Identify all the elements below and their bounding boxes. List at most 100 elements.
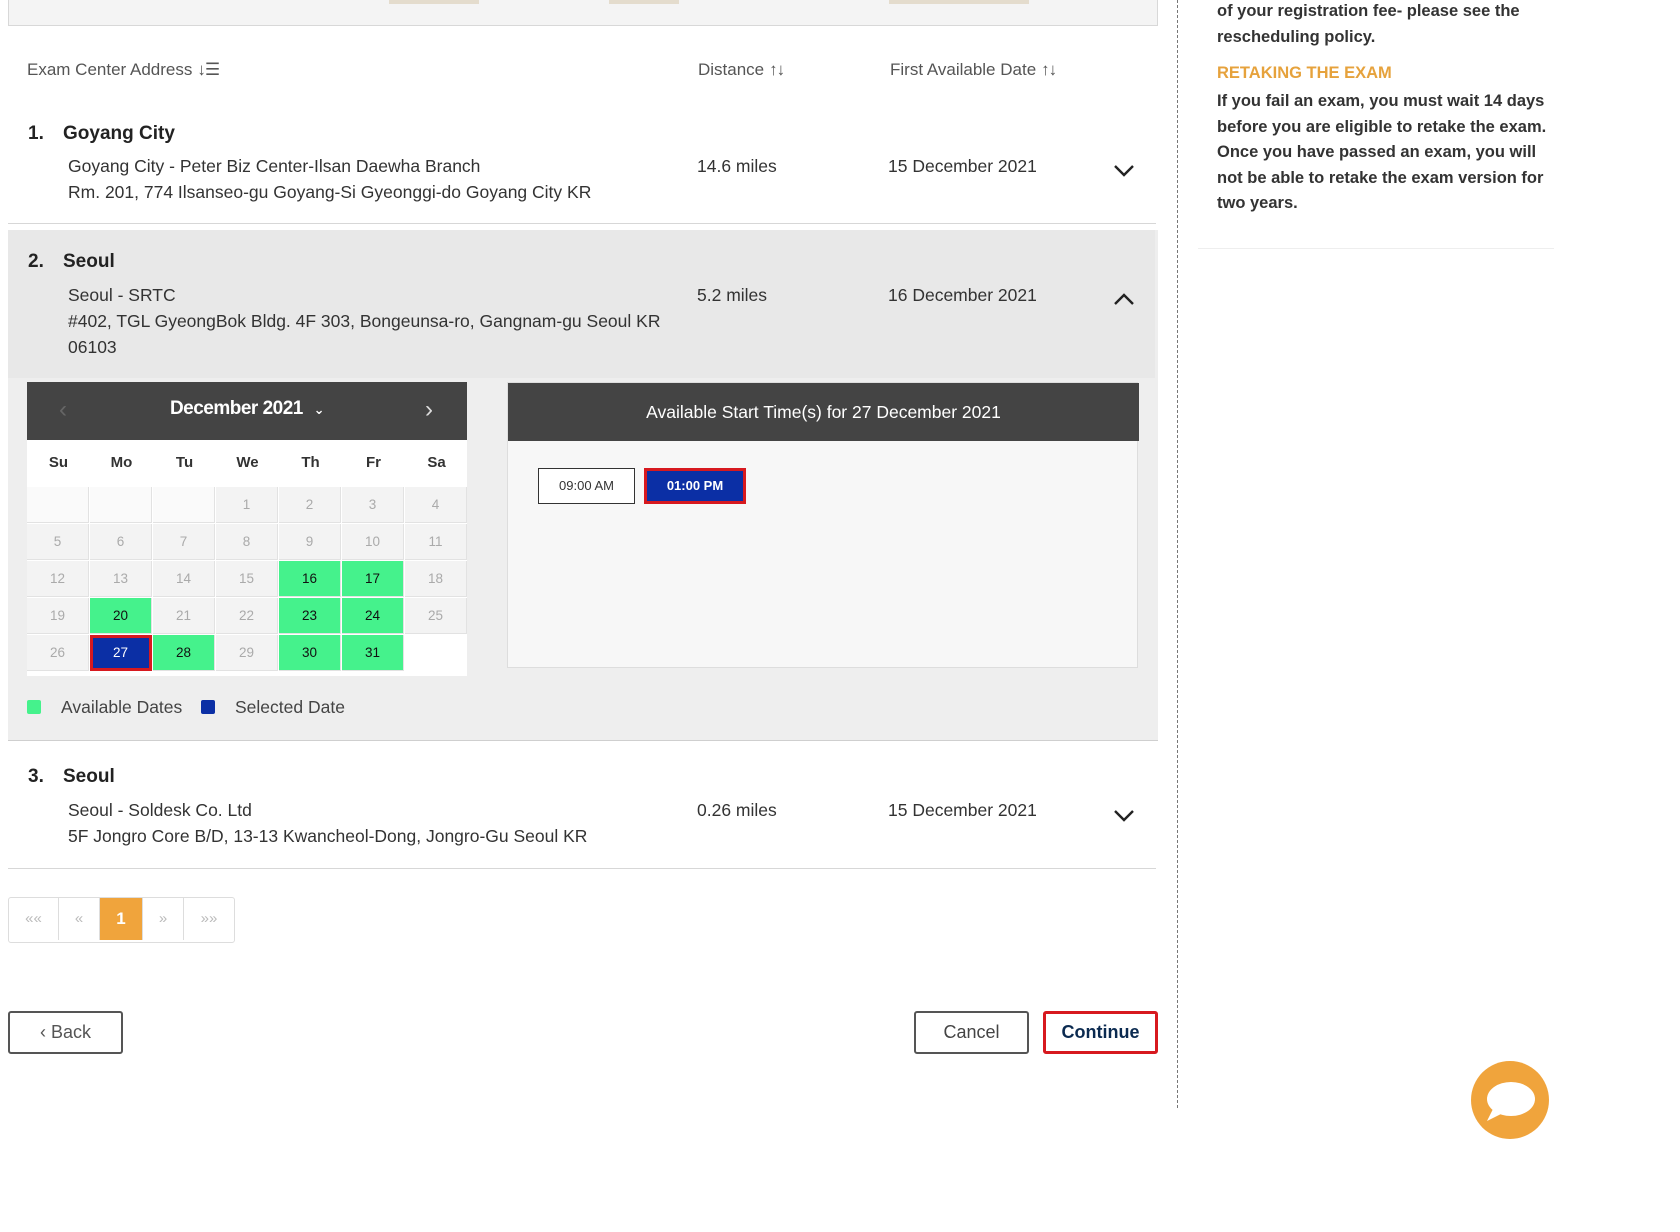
selected-swatch bbox=[201, 700, 215, 714]
row-divider bbox=[8, 868, 1156, 869]
center-name: Seoul - Soldesk Co. Ltd bbox=[68, 800, 252, 820]
unavailable-day-cell: 22 bbox=[216, 598, 278, 634]
weekday-label: We bbox=[236, 454, 259, 471]
unavailable-day-cell: 15 bbox=[216, 561, 278, 597]
row-address: Goyang City - Peter Biz Center-Ilsan Dae… bbox=[68, 153, 591, 205]
unavailable-day-cell: 21 bbox=[153, 598, 215, 634]
row-first-date: 15 December 2021 bbox=[888, 156, 1037, 176]
weekday-label: Tu bbox=[175, 454, 194, 471]
header-distance[interactable]: Distance ↑↓ bbox=[698, 60, 785, 80]
address-line: 5F Jongro Core B/D, 13-13 Kwancheol-Dong… bbox=[68, 826, 588, 846]
available-day-cell[interactable]: 31 bbox=[342, 635, 404, 671]
available-day-cell[interactable]: 17 bbox=[342, 561, 404, 597]
map-strip bbox=[8, 0, 1158, 26]
available-day-cell[interactable]: 23 bbox=[279, 598, 341, 634]
table-row[interactable]: 2. Seoul Seoul - SRTC #402, TGL GyeongBo… bbox=[8, 250, 1156, 370]
row-city: Seoul bbox=[63, 766, 115, 787]
empty-day-cell bbox=[405, 635, 467, 671]
header-address[interactable]: Exam Center Address ↓☰ bbox=[27, 60, 220, 80]
chat-button[interactable] bbox=[1471, 1061, 1549, 1139]
unavailable-day-cell: 26 bbox=[27, 635, 89, 671]
time-slot-button[interactable]: 09:00 AM bbox=[538, 468, 635, 504]
weekday-label: Sa bbox=[427, 454, 446, 471]
retake-heading: RETAKING THE EXAM bbox=[1217, 64, 1392, 82]
unavailable-day-cell: 7 bbox=[153, 524, 215, 560]
weekday-label: Su bbox=[48, 454, 69, 471]
sort-desc-icon[interactable]: ↓☰ bbox=[197, 60, 220, 79]
row-address: Seoul - Soldesk Co. Ltd 5F Jongro Core B… bbox=[68, 797, 587, 849]
row-distance: 0.26 miles bbox=[697, 800, 777, 820]
address-line: Rm. 201, 774 Ilsanseo-gu Goyang-Si Gyeon… bbox=[68, 182, 592, 202]
row-address: Seoul - SRTC #402, TGL GyeongBok Bldg. 4… bbox=[68, 282, 660, 360]
sort-icon[interactable]: ↑↓ bbox=[769, 60, 785, 79]
address-line: #402, TGL GyeongBok Bldg. 4F 303, Bongeu… bbox=[68, 311, 661, 331]
sort-icon[interactable]: ↑↓ bbox=[1041, 60, 1057, 79]
unavailable-day-cell: 3 bbox=[342, 487, 404, 523]
weekday-label: Mo bbox=[110, 454, 133, 471]
row-distance: 14.6 miles bbox=[697, 156, 777, 176]
last-page-button[interactable]: »» bbox=[184, 898, 234, 940]
weekday-label: Fr bbox=[366, 454, 381, 471]
center-name: Goyang City - Peter Biz Center-Ilsan Dae… bbox=[68, 156, 481, 176]
month-selector[interactable]: December 2021 ⌄ bbox=[27, 398, 467, 420]
first-page-button[interactable]: «« bbox=[9, 898, 59, 940]
next-page-button[interactable]: » bbox=[143, 898, 184, 940]
row-first-date: 16 December 2021 bbox=[888, 285, 1037, 305]
pagination: «« « 1 » »» bbox=[8, 897, 235, 943]
row-divider bbox=[8, 223, 1156, 224]
unavailable-day-cell: 12 bbox=[27, 561, 89, 597]
unavailable-day-cell: 4 bbox=[405, 487, 467, 523]
available-day-cell[interactable]: 30 bbox=[279, 635, 341, 671]
calendar: ‹ December 2021 ⌄ › Su Mo Tu We Th Fr Sa 12345… bbox=[27, 382, 467, 676]
next-month-icon[interactable]: › bbox=[425, 396, 433, 424]
unavailable-day-cell: 10 bbox=[342, 524, 404, 560]
page-button-current[interactable]: 1 bbox=[100, 898, 143, 940]
time-slot-button-selected[interactable]: 01:00 PM bbox=[644, 468, 746, 504]
unavailable-day-cell: 25 bbox=[405, 598, 467, 634]
unavailable-day-cell: 8 bbox=[216, 524, 278, 560]
weekday-label: Th bbox=[301, 454, 320, 471]
empty-day-cell bbox=[90, 487, 152, 523]
prev-page-button[interactable]: « bbox=[59, 898, 100, 940]
row-city: Seoul bbox=[63, 251, 115, 272]
unavailable-day-cell: 6 bbox=[90, 524, 152, 560]
row-first-date: 15 December 2021 bbox=[888, 800, 1037, 820]
chevron-down-icon[interactable] bbox=[1112, 803, 1136, 827]
continue-button[interactable]: Continue bbox=[1043, 1011, 1158, 1054]
unavailable-day-cell: 9 bbox=[279, 524, 341, 560]
chevron-down-icon: ⌄ bbox=[313, 402, 325, 417]
chevron-up-icon[interactable] bbox=[1112, 288, 1136, 312]
unavailable-day-cell: 18 bbox=[405, 561, 467, 597]
calendar-header: ‹ December 2021 ⌄ › bbox=[27, 382, 467, 440]
back-button[interactable]: ‹ Back bbox=[8, 1011, 123, 1054]
time-slots-panel: Available Start Time(s) for 27 December … bbox=[507, 382, 1139, 668]
empty-day-cell bbox=[153, 487, 215, 523]
available-day-cell[interactable]: 28 bbox=[153, 635, 215, 671]
chevron-down-icon[interactable] bbox=[1112, 158, 1136, 182]
unavailable-day-cell: 14 bbox=[153, 561, 215, 597]
center-name: Seoul - SRTC bbox=[68, 285, 176, 305]
row-city: Goyang City bbox=[63, 123, 175, 144]
cancel-button[interactable]: Cancel bbox=[914, 1011, 1029, 1054]
info-sidebar: of your registration fee- please see the… bbox=[1198, 0, 1554, 249]
row-number: 2. bbox=[28, 251, 44, 272]
empty-day-cell bbox=[27, 487, 89, 523]
selected-day-cell[interactable]: 27 bbox=[90, 635, 152, 671]
address-line: 06103 bbox=[68, 337, 117, 357]
chat-bubble-icon bbox=[1487, 1082, 1535, 1121]
available-day-cell[interactable]: 24 bbox=[342, 598, 404, 634]
table-row[interactable]: 3. Seoul Seoul - Soldesk Co. Ltd 5F Jong… bbox=[8, 765, 1156, 865]
header-first-date[interactable]: First Available Date ↑↓ bbox=[890, 60, 1057, 80]
available-day-cell[interactable]: 16 bbox=[279, 561, 341, 597]
unavailable-day-cell: 1 bbox=[216, 487, 278, 523]
table-row[interactable]: 1. Goyang City Goyang City - Peter Biz C… bbox=[8, 120, 1156, 220]
available-day-cell[interactable]: 20 bbox=[90, 598, 152, 634]
fee-text: of your registration fee- please see the… bbox=[1217, 2, 1520, 46]
unavailable-day-cell: 19 bbox=[27, 598, 89, 634]
retake-text: If you fail an exam, you must wait 14 da… bbox=[1217, 92, 1547, 212]
column-divider bbox=[1177, 0, 1178, 1108]
unavailable-day-cell: 5 bbox=[27, 524, 89, 560]
unavailable-day-cell: 2 bbox=[279, 487, 341, 523]
row-number: 1. bbox=[28, 123, 44, 144]
time-slots-header: Available Start Time(s) for 27 December … bbox=[508, 383, 1139, 441]
